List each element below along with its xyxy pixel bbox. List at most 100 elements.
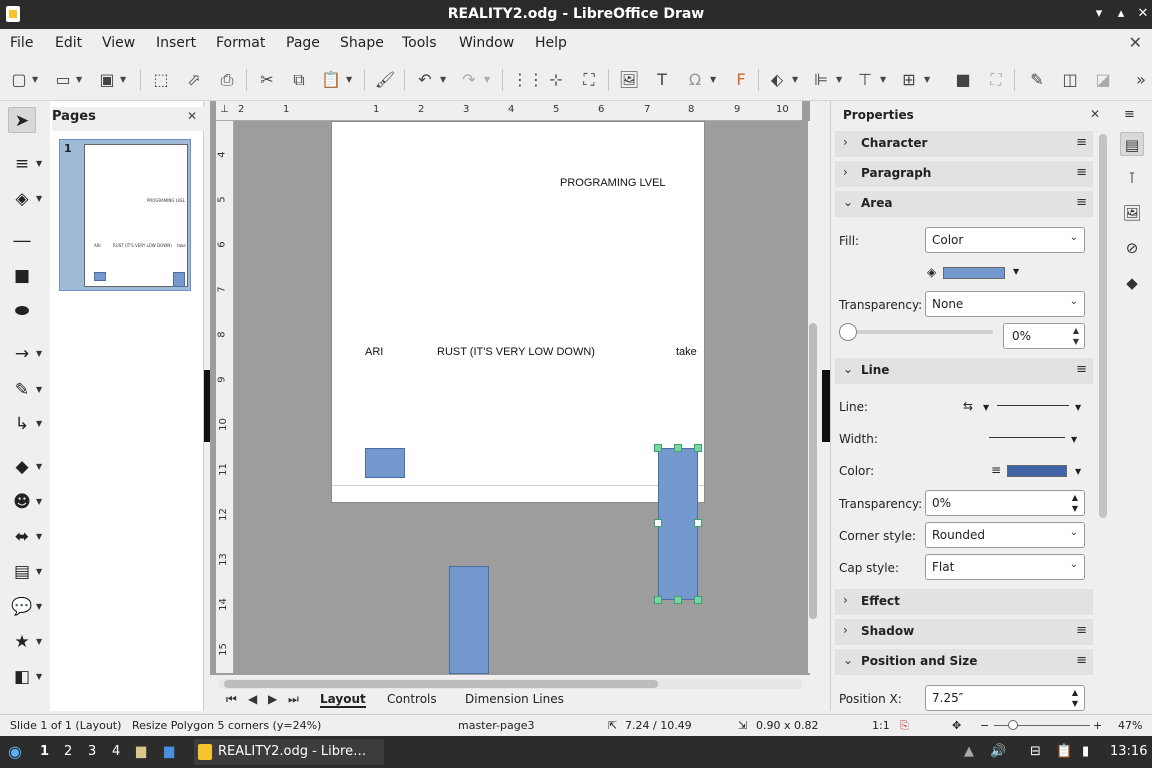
section-menu-icon[interactable]: ≡: [1076, 135, 1087, 150]
vertical-scrollbar[interactable]: [808, 121, 818, 673]
menu-format[interactable]: Format: [216, 35, 265, 51]
arrow-dropdown-icon[interactable]: ▼: [36, 349, 44, 358]
menu-help[interactable]: Help: [535, 35, 567, 51]
next-tab-icon[interactable]: ▶: [268, 692, 277, 706]
flowchart-dropdown-icon[interactable]: ▼: [36, 567, 44, 576]
cap-style-select[interactable]: Flat ⌄: [925, 554, 1085, 580]
export-pdf-icon[interactable]: ⬀: [183, 69, 205, 91]
undo-dropdown-icon[interactable]: ▼: [440, 69, 448, 91]
selected-polygon-shape[interactable]: [658, 448, 698, 600]
align-icon[interactable]: ⊫: [810, 69, 832, 91]
battery-icon[interactable]: ▮: [1082, 744, 1089, 759]
corner-style-select[interactable]: Rounded ⌄: [925, 522, 1085, 548]
new-dropdown-icon[interactable]: ▼: [32, 69, 40, 91]
clone-formatting-icon[interactable]: 🖌: [374, 69, 396, 91]
more-toolbar-icon[interactable]: »: [1130, 69, 1152, 91]
text-programing-level[interactable]: PROGRAMING LVEL: [560, 177, 666, 189]
arrange-dropdown-icon[interactable]: ▼: [880, 69, 888, 91]
section-line[interactable]: ⌄ Line ≡: [835, 358, 1093, 384]
points-icon[interactable]: ✎: [1026, 69, 1048, 91]
area-transparency-select[interactable]: None ⌄: [925, 291, 1085, 317]
horizontal-scrollbar-thumb[interactable]: [224, 680, 658, 688]
paste-dropdown-icon[interactable]: ▼: [346, 69, 354, 91]
sidebar-scrollbar-thumb[interactable]: [1099, 134, 1107, 518]
ellipse-tool-icon[interactable]: ⬬: [8, 298, 36, 324]
selection-handle[interactable]: [694, 519, 702, 527]
text-rust[interactable]: RUST (IT'S VERY LOW DOWN): [437, 346, 595, 358]
menu-tools[interactable]: Tools: [402, 35, 437, 51]
copy-icon[interactable]: ⧉: [288, 69, 310, 91]
selection-handle[interactable]: [674, 596, 682, 604]
crop-icon[interactable]: ⛶: [985, 69, 1007, 91]
status-master-page[interactable]: master-page3: [458, 719, 535, 732]
navigator-deck-icon[interactable]: ⊘: [1120, 236, 1144, 260]
3d-object-icon[interactable]: ◧: [8, 664, 36, 690]
line-color-dropdown-icon[interactable]: ▼: [1075, 467, 1081, 476]
spin-down-icon[interactable]: ▼: [1072, 699, 1078, 708]
menu-view[interactable]: View: [102, 35, 135, 51]
text-take[interactable]: take: [676, 346, 697, 358]
selection-handle[interactable]: [694, 444, 702, 452]
new-icon[interactable]: ▢: [8, 69, 30, 91]
shadow-icon[interactable]: ■: [952, 69, 974, 91]
close-window-icon[interactable]: ✕: [1134, 5, 1152, 23]
open-icon[interactable]: ▭: [52, 69, 74, 91]
distribute-icon[interactable]: ⊞: [898, 69, 920, 91]
minimize-icon[interactable]: ▾: [1090, 5, 1108, 23]
drawing-page[interactable]: PROGRAMING LVEL ARI RUST (IT'S VERY LOW …: [331, 121, 705, 503]
section-effect[interactable]: › Effect: [835, 589, 1093, 615]
selection-handle[interactable]: [654, 444, 662, 452]
close-pages-panel-icon[interactable]: ✕: [187, 109, 197, 123]
line-color-swatch[interactable]: [1007, 465, 1067, 477]
sidebar-menu-icon[interactable]: ≡: [1124, 107, 1135, 122]
menu-window[interactable]: Window: [459, 35, 514, 51]
fontwork-icon[interactable]: F: [730, 69, 752, 91]
text-ari[interactable]: ARI: [365, 346, 383, 358]
stars-icon[interactable]: ★: [8, 629, 36, 655]
callout-icon[interactable]: 💬: [8, 594, 36, 620]
fill-color-dropdown-icon[interactable]: ▼: [1013, 267, 1019, 276]
connector-dropdown-icon[interactable]: ▼: [36, 419, 44, 428]
print-icon[interactable]: ⎙: [216, 69, 238, 91]
export-icon[interactable]: ⬚: [150, 69, 172, 91]
line-style-dropdown-icon[interactable]: ▼: [1075, 403, 1081, 412]
properties-deck-icon[interactable]: ▤: [1120, 132, 1144, 156]
helplines-icon[interactable]: ⊹: [545, 69, 567, 91]
line-width-dropdown-icon[interactable]: ▼: [1071, 435, 1077, 444]
status-scale[interactable]: 1:1: [872, 719, 890, 732]
symbol-shapes-icon[interactable]: ☻: [8, 489, 36, 515]
redo-dropdown-icon[interactable]: ▼: [484, 69, 492, 91]
selection-handle[interactable]: [694, 596, 702, 604]
document-modified-icon[interactable]: ⎘: [900, 719, 909, 733]
arrow-style-dropdown-icon[interactable]: ▼: [983, 403, 989, 412]
arrow-style-icon[interactable]: ⇆: [963, 399, 973, 413]
transparency-percent-spin[interactable]: 0% ▲ ▼: [1003, 323, 1085, 349]
vertical-scrollbar-thumb[interactable]: [809, 323, 817, 619]
first-tab-icon[interactable]: ⏮: [226, 692, 237, 707]
spin-down-icon[interactable]: ▼: [1072, 504, 1078, 513]
line-tool-icon[interactable]: ―: [8, 228, 36, 254]
page-thumbnail[interactable]: 1 PROGRAMING LVEL ARI RUST (IT'S VERY LO…: [59, 139, 191, 291]
line-color-dropdown-icon[interactable]: ▼: [36, 159, 44, 168]
section-menu-icon[interactable]: ≡: [1076, 195, 1087, 210]
section-shadow[interactable]: › Shadow ≡: [835, 619, 1093, 645]
arrow-tool-icon[interactable]: →: [8, 341, 36, 367]
open-dropdown-icon[interactable]: ▼: [76, 69, 84, 91]
transformations-icon[interactable]: ⬖: [766, 69, 788, 91]
close-sidebar-icon[interactable]: ✕: [1090, 107, 1100, 121]
last-tab-icon[interactable]: ⏭: [288, 692, 299, 707]
workspace-3[interactable]: 3: [88, 744, 96, 759]
fill-color-swatch[interactable]: [943, 267, 1005, 279]
spin-up-icon[interactable]: ▲: [1073, 326, 1079, 335]
paste-icon[interactable]: 📋: [320, 69, 342, 91]
tab-layout[interactable]: Layout: [320, 692, 366, 708]
sidebar-scrollbar[interactable]: [1099, 130, 1107, 710]
cut-icon[interactable]: ✂: [256, 69, 278, 91]
insert-image-icon[interactable]: 🖼: [618, 69, 640, 91]
basic-shapes-icon[interactable]: ◆: [8, 454, 36, 480]
line-width-preview[interactable]: [989, 437, 1065, 438]
line-style-preview[interactable]: [997, 405, 1069, 406]
section-paragraph[interactable]: › Paragraph ≡: [835, 161, 1093, 187]
position-x-spin[interactable]: 7.25″ ▲ ▼: [925, 685, 1085, 711]
start-menu-icon[interactable]: ◉: [8, 742, 22, 761]
